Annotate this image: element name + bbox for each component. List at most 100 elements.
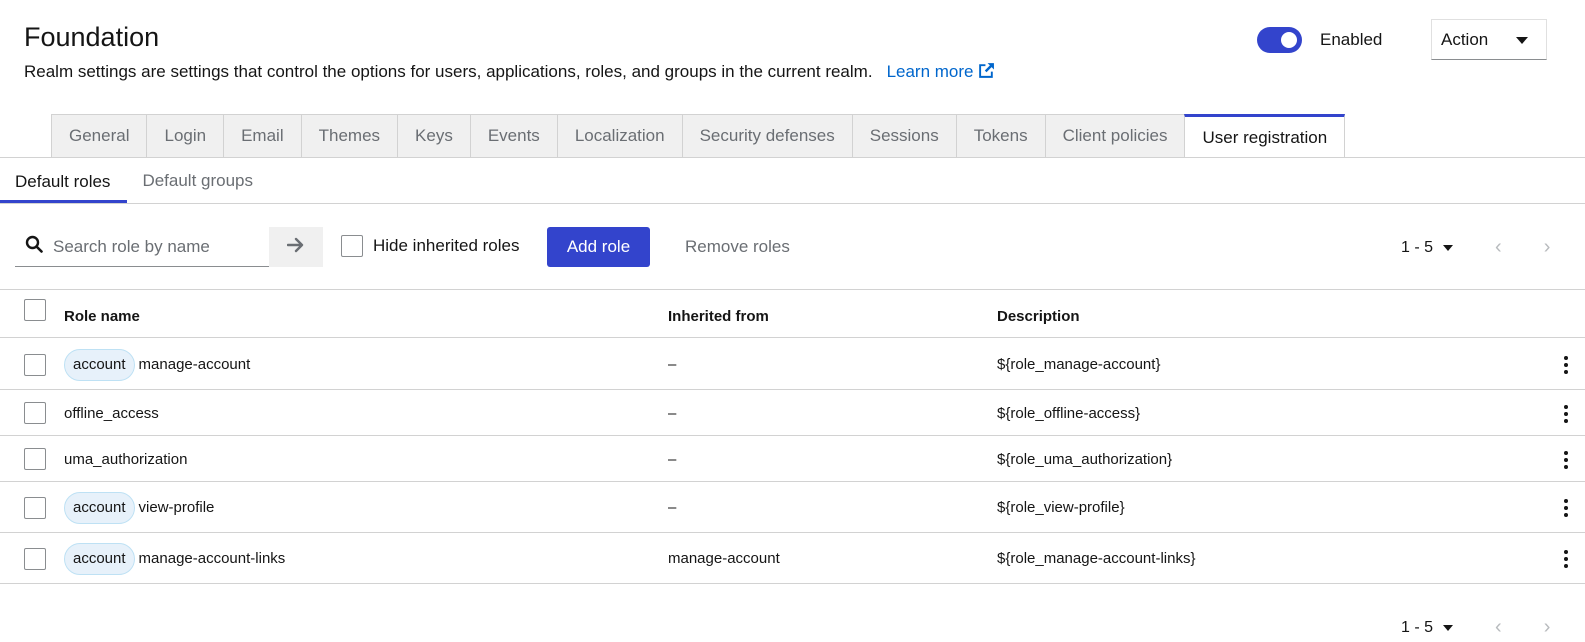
role-name: offline_access — [64, 404, 159, 422]
table-row: offline_access – ${role_offline-access} — [0, 390, 1585, 436]
description-cell: ${role_manage-account} — [997, 356, 1161, 373]
client-chip: account — [64, 491, 135, 524]
tab-login[interactable]: Login — [146, 114, 224, 158]
kebab-dot — [1564, 363, 1568, 367]
tab-keys[interactable]: Keys — [397, 114, 470, 158]
kebab-menu-icon[interactable] — [1558, 355, 1574, 376]
chevron-right-icon[interactable]: › — [1544, 236, 1551, 259]
description-cell: ${role_view-profile} — [997, 499, 1125, 516]
arrow-right-icon — [286, 237, 305, 258]
tab-client-policies[interactable]: Client policies — [1044, 114, 1185, 158]
column-role-name[interactable]: Role name — [64, 308, 140, 325]
kebab-dot — [1564, 513, 1568, 517]
kebab-dot — [1564, 404, 1568, 409]
role-name: view-profile — [138, 499, 215, 516]
kebab-dot — [1564, 356, 1568, 360]
kebab-dot — [1564, 464, 1568, 469]
tab-email[interactable]: Email — [223, 114, 301, 158]
inherited-from-cell: – — [668, 450, 677, 468]
realm-settings-tabs: General Login Email Themes Keys Events Localiz… — [51, 114, 1346, 158]
tab-general[interactable]: General — [51, 114, 147, 158]
kebab-menu-icon[interactable] — [1558, 449, 1574, 470]
enabled-toggle[interactable] — [1257, 27, 1302, 53]
external-link-icon — [978, 62, 995, 84]
table-row: account manage-account-links manage-accoun… — [0, 533, 1585, 584]
kebab-dot — [1564, 564, 1568, 568]
kebab-menu-icon[interactable] — [1558, 498, 1574, 519]
role-name: manage-account — [138, 356, 251, 373]
learn-more-label: Learn more — [886, 62, 974, 81]
row-checkbox[interactable] — [24, 353, 46, 376]
kebab-menu-icon[interactable] — [1558, 403, 1574, 424]
add-role-button[interactable]: Add role — [547, 227, 650, 267]
pagination-toggle[interactable]: 1 - 5 — [1401, 239, 1433, 257]
description-cell: ${role_offline-access} — [997, 404, 1141, 422]
kebab-dot — [1564, 557, 1568, 561]
subtabs-divider — [0, 203, 1585, 204]
subtab-default-groups[interactable]: Default groups — [127, 162, 270, 200]
kebab-menu-icon[interactable] — [1558, 549, 1574, 570]
user-registration-subtabs: Default roles Default groups — [0, 162, 270, 203]
hide-inherited-roles[interactable]: Hide inherited roles — [341, 235, 519, 257]
role-name-cell: uma_authorization — [64, 443, 187, 475]
select-all-checkbox[interactable] — [24, 299, 46, 321]
caret-down-icon[interactable] — [1443, 624, 1454, 631]
chevron-left-icon[interactable]: ‹ — [1495, 616, 1502, 639]
caret-down-icon[interactable] — [1443, 244, 1454, 251]
tab-security-defenses[interactable]: Security defenses — [681, 114, 852, 158]
pagination-toggle[interactable]: 1 - 5 — [1401, 619, 1433, 637]
kebab-dot — [1564, 457, 1568, 462]
row-checkbox[interactable] — [24, 402, 46, 424]
caret-down-icon — [1516, 37, 1528, 44]
tab-themes[interactable]: Themes — [300, 114, 398, 158]
table-row: account manage-account – ${role_manage-acco… — [0, 339, 1585, 390]
client-chip: account — [64, 542, 135, 575]
tab-user-registration[interactable]: User registration — [1184, 114, 1346, 158]
table-row: uma_authorization – ${role_uma_authorizati… — [0, 436, 1585, 482]
search-role-input[interactable] — [53, 236, 253, 257]
row-checkbox[interactable] — [24, 448, 46, 470]
chevron-right-icon[interactable]: › — [1544, 616, 1551, 639]
search-box — [15, 227, 269, 267]
inherited-from-cell: – — [668, 499, 677, 516]
pagination-range: 1 - 5 — [1401, 238, 1434, 256]
page-description-line: Realm settings are settings that control… — [24, 62, 995, 84]
tabs-divider — [0, 157, 1585, 158]
action-label: Action — [1441, 29, 1489, 49]
tab-sessions[interactable]: Sessions — [851, 114, 956, 158]
subtab-default-roles[interactable]: Default roles — [0, 162, 128, 203]
row-checkbox[interactable] — [24, 496, 46, 519]
table-header: Role name Inherited from Description — [0, 290, 1585, 338]
table-row: account view-profile – ${role_view-profile} — [0, 482, 1585, 533]
tab-tokens[interactable]: Tokens — [955, 114, 1045, 158]
toggle-knob — [1281, 32, 1297, 48]
enabled-toggle-group: Enabled — [1257, 27, 1382, 53]
hide-inherited-checkbox[interactable] — [341, 235, 363, 257]
role-name: uma_authorization — [64, 450, 188, 468]
role-name: manage-account-links — [138, 550, 286, 567]
kebab-dot — [1564, 418, 1568, 423]
learn-more-link[interactable]: Learn more — [887, 62, 995, 81]
kebab-dot — [1564, 550, 1568, 554]
kebab-dot — [1564, 506, 1568, 510]
role-name-cell: account manage-account — [64, 348, 251, 381]
remove-roles-button[interactable]: Remove roles — [685, 227, 790, 267]
kebab-dot — [1564, 450, 1568, 455]
client-chip: account — [64, 348, 135, 381]
inherited-from-cell: – — [668, 356, 677, 373]
pagination-range: 1 - 5 — [1401, 618, 1434, 636]
column-description[interactable]: Description — [997, 308, 1080, 325]
enabled-label: Enabled — [1320, 30, 1383, 49]
search-submit-button[interactable] — [269, 227, 323, 267]
column-inherited-from[interactable]: Inherited from — [668, 308, 769, 325]
tab-events[interactable]: Events — [469, 114, 557, 158]
search-icon — [25, 235, 43, 258]
page-description: Realm settings are settings that control… — [24, 62, 873, 81]
inherited-from-cell: manage-account — [668, 550, 780, 567]
action-dropdown[interactable]: Action — [1431, 19, 1547, 60]
chevron-left-icon[interactable]: ‹ — [1495, 236, 1502, 259]
inherited-from-cell: – — [668, 404, 677, 422]
row-checkbox[interactable] — [24, 547, 46, 570]
tab-localization[interactable]: Localization — [556, 114, 682, 158]
top-pagination: 1 - 5 ‹ › — [1401, 236, 1550, 259]
